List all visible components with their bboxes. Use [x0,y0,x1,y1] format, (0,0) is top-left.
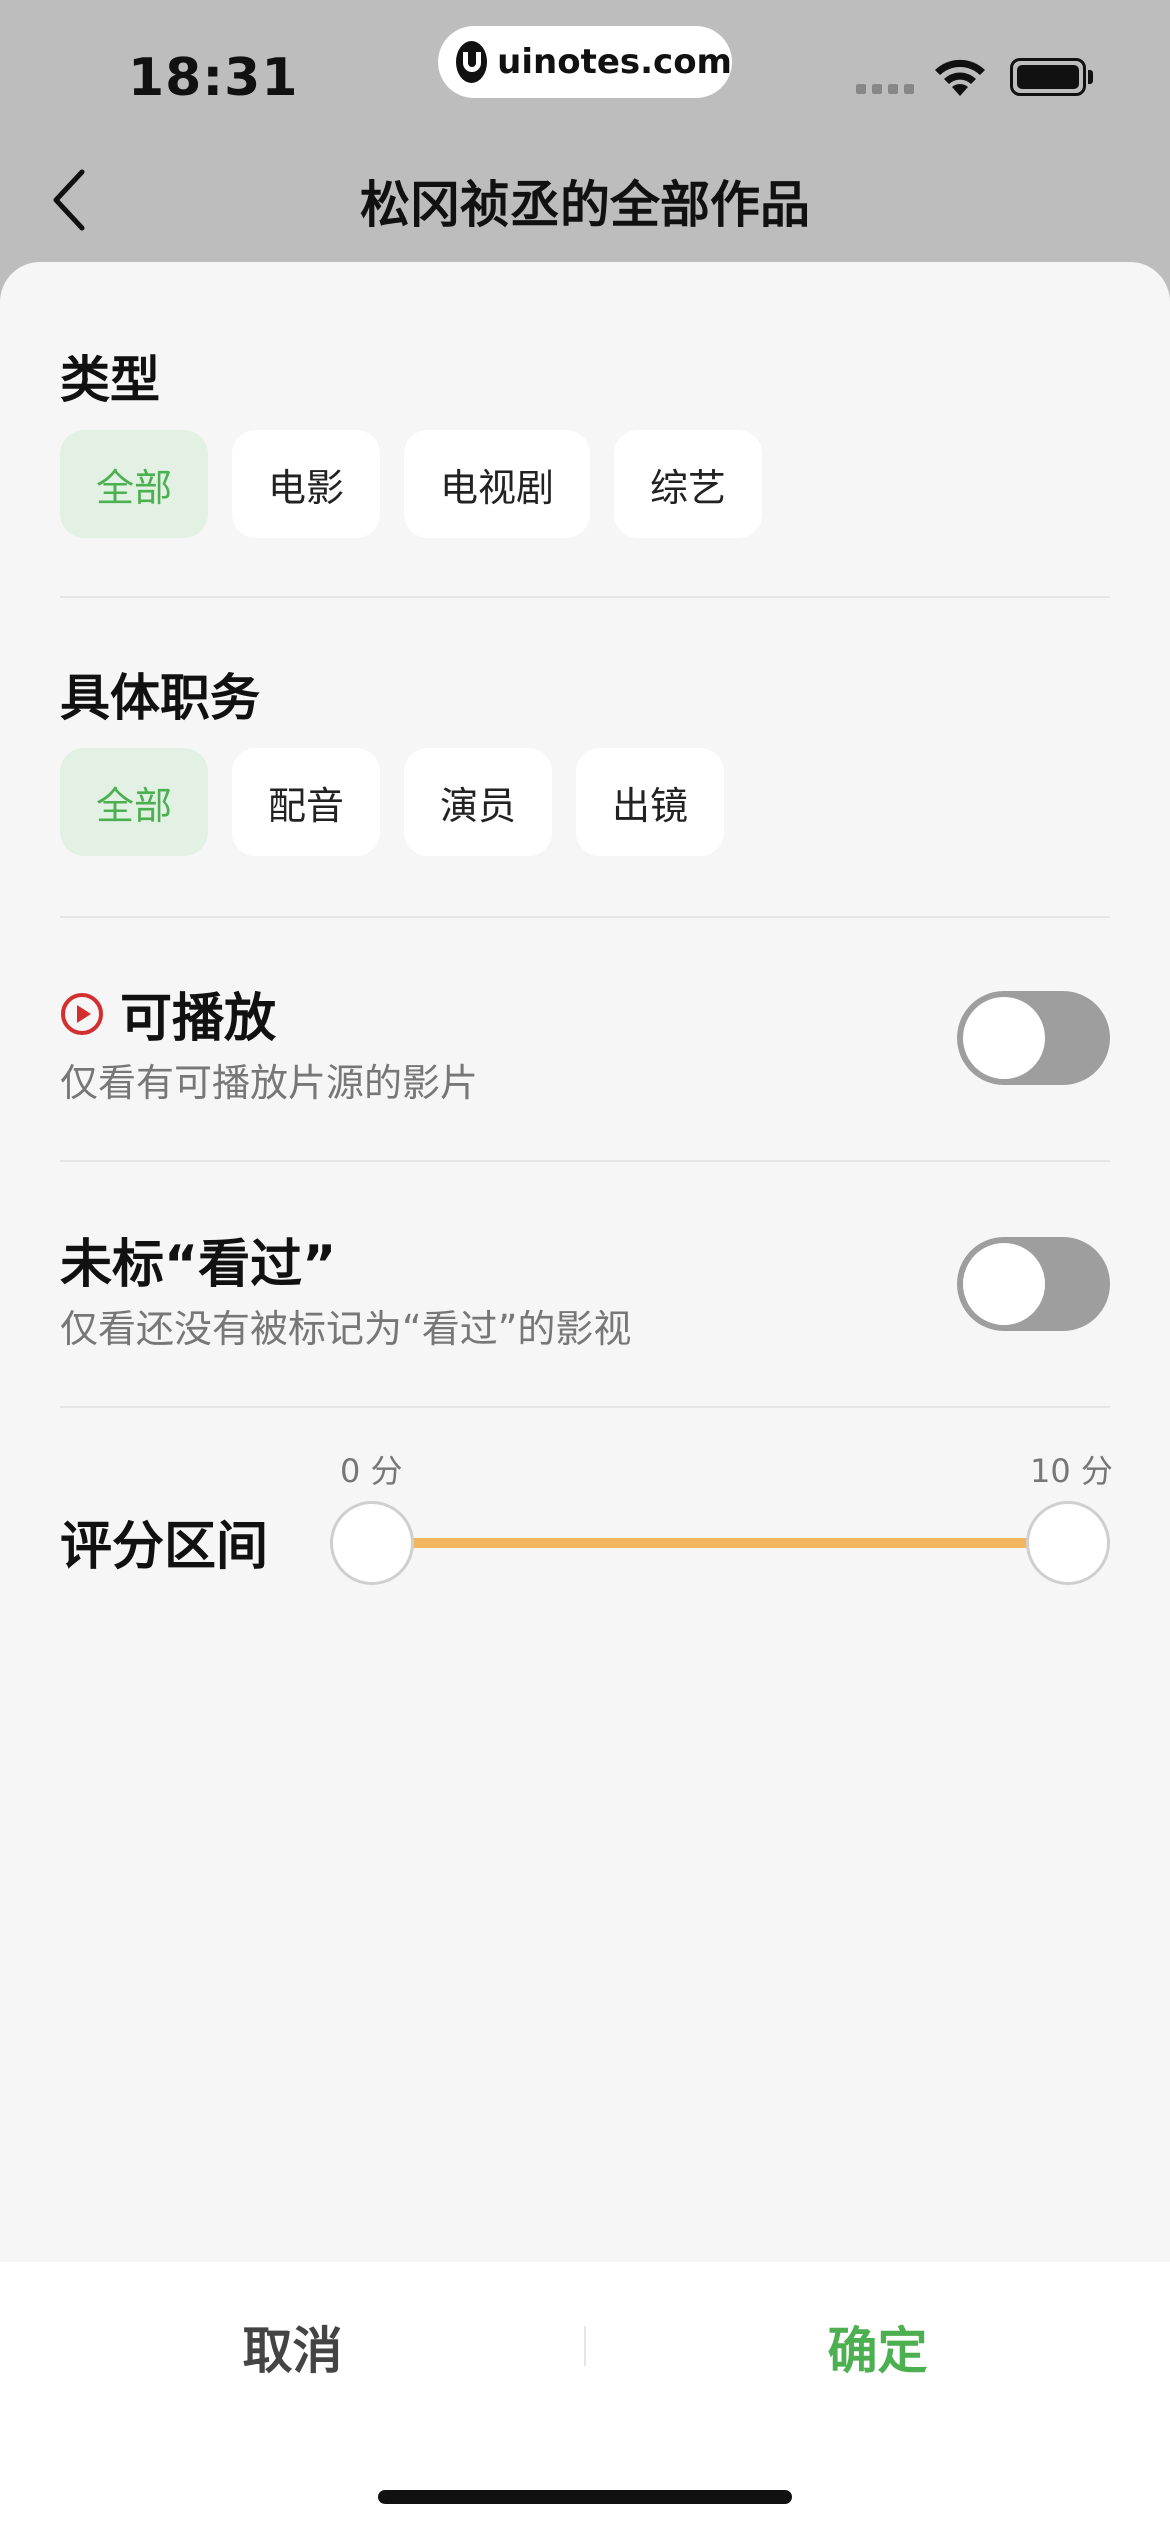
rating-slider-min-thumb[interactable] [330,1501,414,1585]
slider-min-label: 0 分 [340,1452,403,1490]
playable-subtitle: 仅看有可播放片源的影片 [60,1061,479,1105]
site-logo-icon [456,41,488,83]
confirm-button[interactable]: 确定 [585,2262,1170,2432]
unwatched-subtitle: 仅看还没有被标记为“看过”的影视 [60,1307,632,1351]
toggle-knob [963,1243,1045,1325]
rating-slider-track[interactable] [372,1538,1068,1548]
unwatched-toggle[interactable] [957,1237,1110,1331]
playable-row-title: 可播放 [60,976,276,1051]
type-chip-tv[interactable]: 电视剧 [404,430,591,538]
wifi-icon [935,59,985,96]
role-chips: 全部 配音 演员 出镜 [60,748,725,856]
page-title: 松冈祯丞的全部作品 [360,176,810,234]
playable-title: 可播放 [120,989,277,1049]
role-chip-appearance[interactable]: 出镜 [576,748,725,856]
divider [60,1406,1110,1408]
divider [60,596,1110,598]
status-bar: 18:31 uinotes.com [0,0,1170,150]
playable-toggle[interactable] [957,991,1110,1085]
filter-page: 18:31 uinotes.com 松冈祯丞的全部作品 类型 全部 电影 电视剧… [0,0,1170,2532]
rating-slider-max-thumb[interactable] [1026,1501,1110,1585]
divider [60,1160,1110,1162]
type-chip-variety[interactable]: 综艺 [614,430,763,538]
url-pill[interactable]: uinotes.com [438,26,732,98]
cancel-button[interactable]: 取消 [0,2262,585,2432]
cellular-signal-icon [856,84,914,94]
unwatched-title: 未标“看过” [60,1235,337,1295]
play-circle-icon [61,992,103,1035]
battery-icon [1010,58,1086,96]
type-chip-all[interactable]: 全部 [60,430,209,538]
status-time: 18:31 [128,48,299,108]
type-chip-movie[interactable]: 电影 [232,430,381,538]
toggle-knob [963,997,1045,1079]
slider-max-label: 10 分 [1030,1452,1113,1490]
rating-range-label: 评分区间 [60,1517,269,1577]
url-text: uinotes.com [497,42,732,82]
type-chips: 全部 电影 电视剧 综艺 [60,430,763,538]
divider [60,916,1110,918]
filter-sheet [0,262,1170,2532]
role-chip-all[interactable]: 全部 [60,748,209,856]
role-section-title: 具体职务 [60,669,260,727]
home-indicator [378,2490,792,2504]
battery-cap [1088,70,1093,84]
role-chip-actor[interactable]: 演员 [404,748,553,856]
role-chip-voice[interactable]: 配音 [232,748,381,856]
type-section-title: 类型 [60,351,160,409]
